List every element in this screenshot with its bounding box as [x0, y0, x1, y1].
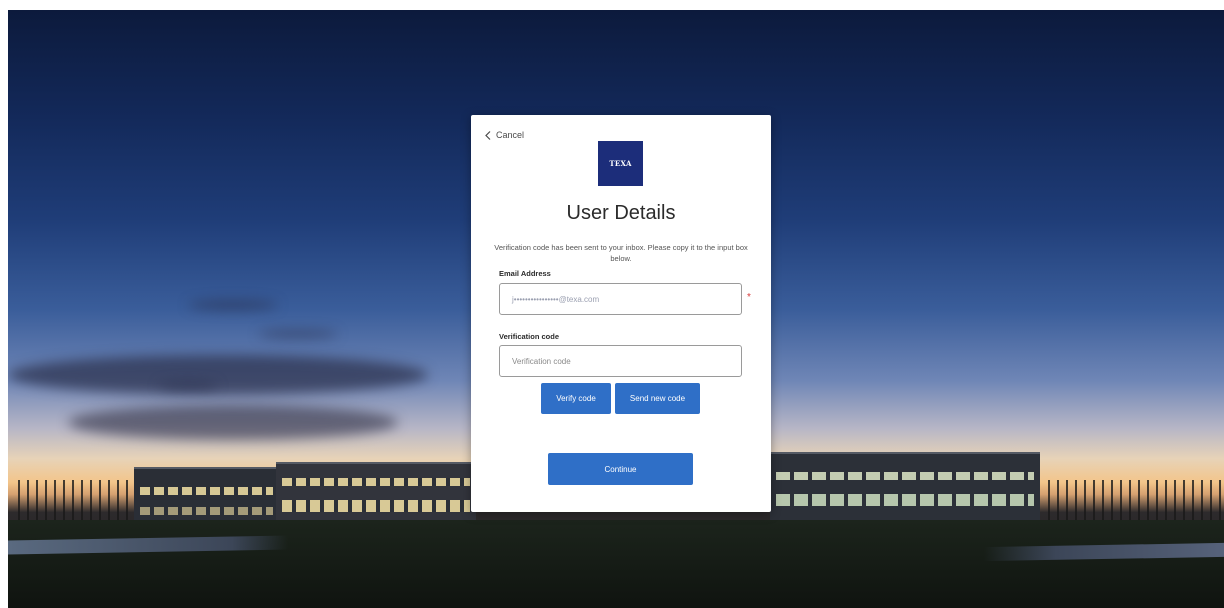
cloud	[8, 355, 428, 395]
logo-text: TEXA	[609, 159, 632, 168]
user-details-card: Cancel TEXA User Details Verification co…	[471, 115, 771, 512]
cloud	[68, 405, 398, 440]
building	[770, 452, 1040, 524]
email-value: j••••••••••••••••@texa.com	[512, 294, 600, 304]
page-title: User Details	[566, 202, 676, 224]
building-windows	[282, 478, 470, 486]
lawn	[8, 520, 1224, 608]
required-marker: *	[747, 292, 751, 303]
building-windows	[776, 494, 1034, 506]
verification-code-input[interactable]	[499, 345, 742, 377]
cancel-link[interactable]: Cancel	[485, 130, 524, 140]
cloud	[188, 300, 278, 310]
verification-code-label: Verification code	[499, 332, 560, 341]
building-windows	[776, 472, 1034, 480]
building	[134, 467, 279, 527]
texa-logo: TEXA	[598, 141, 643, 186]
intro-message: Verification code has been sent to your …	[494, 243, 748, 263]
cloud	[158, 382, 218, 390]
email-label: Email Address	[499, 269, 551, 278]
cloud	[258, 330, 338, 338]
cancel-label: Cancel	[496, 130, 525, 140]
building	[276, 462, 476, 527]
verify-code-button[interactable]: Verify code	[541, 383, 611, 414]
building-windows	[140, 507, 273, 515]
chevron-left-icon	[485, 130, 491, 140]
send-new-code-button[interactable]: Send new code	[615, 383, 700, 414]
building-windows	[282, 500, 470, 512]
continue-button[interactable]: Continue	[548, 453, 693, 485]
email-field[interactable]: j••••••••••••••••@texa.com	[499, 283, 742, 315]
building-windows	[140, 487, 273, 495]
